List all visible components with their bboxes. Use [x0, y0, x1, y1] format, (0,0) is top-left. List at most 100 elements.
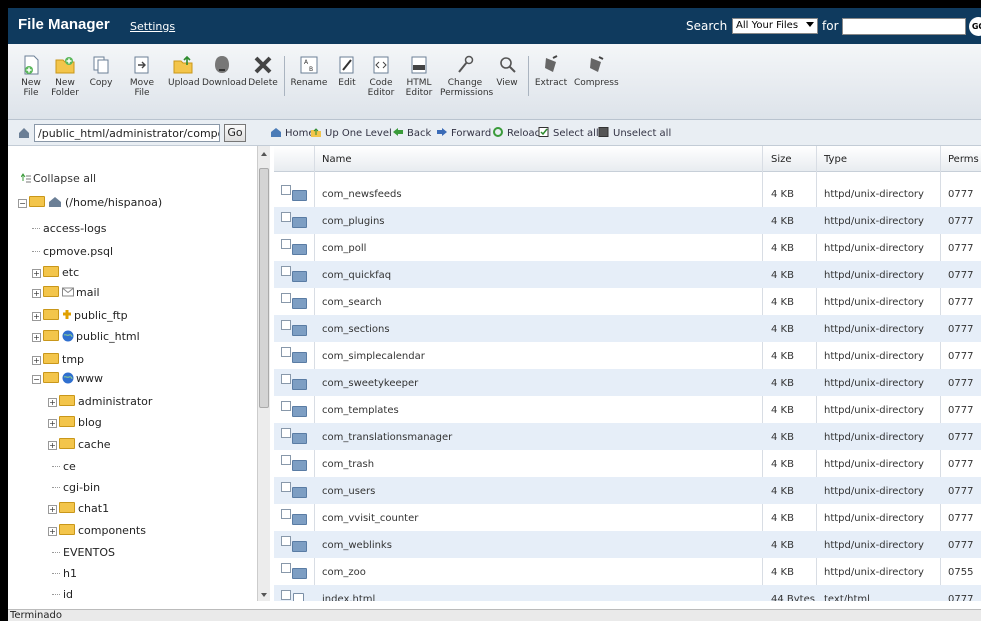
file-name[interactable]: com_trash	[322, 459, 374, 470]
file-perms[interactable]: 0777	[948, 378, 973, 389]
forward-link[interactable]: Forward	[436, 127, 491, 139]
tree-item-id[interactable]: id	[52, 588, 73, 601]
file-perms[interactable]: 0777	[948, 270, 973, 281]
row-checkbox[interactable]	[281, 509, 291, 519]
file-perms[interactable]: 0777	[948, 405, 973, 416]
upload-button[interactable]: Upload	[168, 54, 200, 88]
file-perms[interactable]: 0777	[948, 216, 973, 227]
unselect-all-link[interactable]: Unselect all	[598, 127, 671, 139]
file-name[interactable]: com_vvisit_counter	[322, 513, 418, 524]
tree-item-components[interactable]: + components	[48, 524, 146, 537]
table-row[interactable]: com_trash 4 KB httpd/unix-directory 0777	[274, 450, 981, 477]
view-button[interactable]: View	[494, 54, 520, 88]
file-name[interactable]: com_zoo	[322, 567, 366, 578]
tree-item-home[interactable]: − (/home/hispanoa)	[18, 196, 162, 209]
tree-item-chat1[interactable]: + chat1	[48, 502, 109, 515]
back-link[interactable]: Back	[392, 127, 431, 139]
file-perms[interactable]: 0777	[948, 243, 973, 254]
select-all-link[interactable]: Select all	[538, 127, 599, 139]
row-checkbox[interactable]	[281, 590, 291, 600]
expand-toggle-icon[interactable]: +	[32, 289, 41, 298]
home-link[interactable]: Home	[270, 127, 315, 139]
tree-item-etc[interactable]: + etc	[32, 266, 79, 279]
file-name[interactable]: index.html	[322, 594, 375, 601]
file-name[interactable]: com_weblinks	[322, 540, 392, 551]
search-input[interactable]	[842, 18, 966, 35]
file-perms[interactable]: 0777	[948, 459, 973, 470]
file-perms[interactable]: 0755	[948, 567, 973, 578]
tree-item-public-ftp[interactable]: + public_ftp	[32, 309, 128, 322]
path-go-button[interactable]: Go	[224, 124, 246, 142]
expand-toggle-icon[interactable]: +	[48, 398, 57, 407]
table-row[interactable]: com_translationsmanager 4 KB httpd/unix-di…	[274, 423, 981, 450]
expand-toggle-icon[interactable]: +	[48, 505, 57, 514]
table-row[interactable]: com_weblinks 4 KB httpd/unix-directory 0777	[274, 531, 981, 558]
tree-scrollbar[interactable]	[257, 146, 270, 601]
expand-toggle-icon[interactable]: +	[32, 333, 41, 342]
up-one-level-link[interactable]: Up One Level	[310, 127, 392, 139]
new-file-button[interactable]: New File	[16, 54, 46, 98]
row-checkbox[interactable]	[281, 212, 291, 222]
row-checkbox[interactable]	[281, 563, 291, 573]
file-name[interactable]: com_translationsmanager	[322, 432, 452, 443]
table-row[interactable]: com_templates 4 KB httpd/unix-directory 077…	[274, 396, 981, 423]
expand-toggle-icon[interactable]: +	[48, 527, 57, 536]
file-name[interactable]: com_poll	[322, 243, 366, 254]
new-folder-button[interactable]: New Folder	[48, 54, 82, 98]
file-perms[interactable]: 0777	[948, 324, 973, 335]
path-input[interactable]: /public_html/administrator/components	[34, 124, 220, 142]
settings-link[interactable]: Settings	[130, 20, 175, 33]
code-editor-button[interactable]: Code Editor	[364, 54, 398, 98]
column-header-size[interactable]: Size	[771, 154, 792, 165]
file-perms[interactable]: 0777	[948, 432, 973, 443]
row-checkbox[interactable]	[281, 185, 291, 195]
row-checkbox[interactable]	[281, 239, 291, 249]
download-button[interactable]: Download	[202, 54, 247, 88]
delete-button[interactable]: Delete	[248, 54, 278, 88]
file-perms[interactable]: 0777	[948, 540, 973, 551]
edit-button[interactable]: Edit	[334, 54, 360, 88]
table-row[interactable]: com_quickfaq 4 KB httpd/unix-directory 0777	[274, 261, 981, 288]
file-name[interactable]: com_newsfeeds	[322, 189, 402, 200]
collapse-all-link[interactable]: Collapse all	[20, 172, 96, 185]
table-row[interactable]: com_simplecalendar 4 KB httpd/unix-directo…	[274, 342, 981, 369]
file-name[interactable]: com_users	[322, 486, 375, 497]
table-row[interactable]: index.html 44 Bytes text/html 0777	[274, 585, 981, 601]
file-name[interactable]: com_simplecalendar	[322, 351, 425, 362]
table-row[interactable]: com_sweetykeeper 4 KB httpd/unix-directory…	[274, 369, 981, 396]
table-row[interactable]: com_newsfeeds 4 KB httpd/unix-directory 077…	[274, 180, 981, 207]
table-row[interactable]: com_search 4 KB httpd/unix-directory 0777	[274, 288, 981, 315]
file-name[interactable]: com_sweetykeeper	[322, 378, 418, 389]
copy-button[interactable]: Copy	[86, 54, 116, 88]
table-row[interactable]: com_vvisit_counter 4 KB httpd/unix-directo…	[274, 504, 981, 531]
search-go-button[interactable]: GO	[969, 17, 981, 36]
file-name[interactable]: com_search	[322, 297, 382, 308]
row-checkbox[interactable]	[281, 428, 291, 438]
scrollbar-thumb[interactable]	[259, 168, 269, 408]
expand-toggle-icon[interactable]: +	[48, 419, 57, 428]
row-checkbox[interactable]	[281, 482, 291, 492]
file-perms[interactable]: 0777	[948, 513, 973, 524]
scroll-down-arrow-icon[interactable]	[261, 593, 267, 597]
table-row[interactable]: com_zoo 4 KB httpd/unix-directory 0755	[274, 558, 981, 585]
row-checkbox[interactable]	[281, 293, 291, 303]
column-header-type[interactable]: Type	[824, 154, 847, 165]
tree-item-cgi-bin[interactable]: cgi-bin	[52, 481, 100, 494]
tree-item-cpmove[interactable]: cpmove.psql	[32, 245, 113, 258]
change-permissions-button[interactable]: Change Permissions	[440, 54, 493, 98]
row-checkbox[interactable]	[281, 536, 291, 546]
file-perms[interactable]: 0777	[948, 486, 973, 497]
row-checkbox[interactable]	[281, 347, 291, 357]
row-checkbox[interactable]	[281, 266, 291, 276]
row-checkbox[interactable]	[281, 401, 291, 411]
table-row[interactable]: com_plugins 4 KB httpd/unix-directory 0777	[274, 207, 981, 234]
expand-toggle-icon[interactable]: +	[48, 441, 57, 450]
tree-item-eventos[interactable]: EVENTOS	[52, 546, 115, 559]
tree-item-blog[interactable]: + blog	[48, 416, 102, 429]
tree-item-cache[interactable]: + cache	[48, 438, 111, 451]
column-header-perms[interactable]: Perms	[948, 154, 979, 165]
reload-link[interactable]: Reload	[492, 127, 541, 139]
file-name[interactable]: com_sections	[322, 324, 390, 335]
table-row[interactable]: com_poll 4 KB httpd/unix-directory 0777	[274, 234, 981, 261]
table-row[interactable]: com_sections 4 KB httpd/unix-directory 0777	[274, 315, 981, 342]
